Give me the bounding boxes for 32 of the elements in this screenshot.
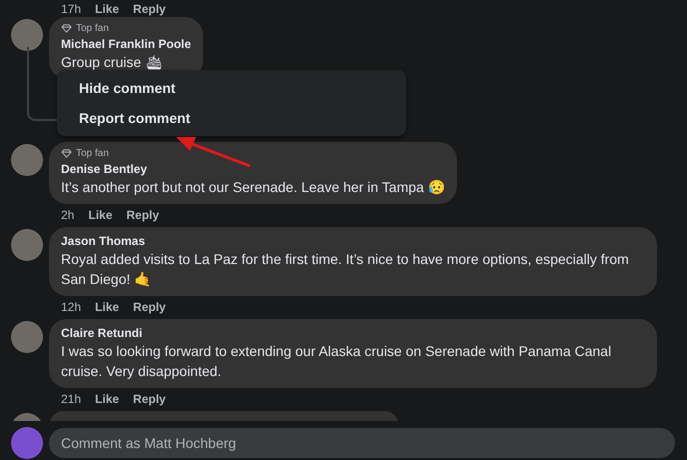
like-link[interactable]: Like	[95, 300, 120, 314]
timestamp: 21h	[61, 392, 82, 406]
comment-input[interactable]: Comment as Matt Hochberg	[49, 428, 675, 458]
comment-text: It’s another port but not our Serenade. Leave her in Tampa 😥	[61, 178, 445, 197]
comment-text: Group cruise 🛳	[61, 53, 164, 72]
timestamp: 12h	[61, 300, 82, 314]
like-link[interactable]: Like	[95, 2, 120, 16]
menu-item[interactable]: Hide comment	[65, 73, 398, 103]
author-name[interactable]: Jason Thomas	[61, 233, 645, 249]
like-link[interactable]: Like	[95, 392, 120, 406]
menu-item[interactable]: Report comment	[65, 103, 398, 133]
avatar-placeholder	[11, 427, 43, 459]
reply-link[interactable]: Reply	[133, 2, 166, 16]
comment-text: Royal added visits to La Paz for the first time. It’s nice to have more options, especially from San Diego! 🤙	[61, 250, 630, 289]
comment-text: I was so looking forward to extending our Alaska cruise on Serenade with Panama Canal cruise. Very disappointed.	[61, 342, 612, 381]
avatar-placeholder	[11, 19, 43, 51]
reply-link[interactable]: Reply	[133, 300, 166, 314]
avatar-placeholder	[11, 144, 43, 176]
diamond-icon	[61, 24, 72, 33]
author-name[interactable]: Claire Retundi	[61, 325, 645, 341]
like-link[interactable]: Like	[88, 208, 112, 222]
author-name[interactable]: Michael Franklin Poole	[61, 36, 192, 52]
reply-link[interactable]: Reply	[126, 208, 160, 222]
avatar-placeholder	[11, 229, 43, 261]
author-name[interactable]: Denise Bentley	[61, 161, 445, 177]
timestamp: 17h	[61, 2, 82, 16]
top-fan-label: Top fan	[76, 148, 109, 159]
top-fan-label: Top fan	[76, 23, 109, 34]
timestamp: 2h	[61, 208, 74, 222]
reply-link[interactable]: Reply	[133, 392, 166, 406]
avatar-placeholder	[11, 321, 43, 353]
diamond-icon	[61, 149, 72, 158]
